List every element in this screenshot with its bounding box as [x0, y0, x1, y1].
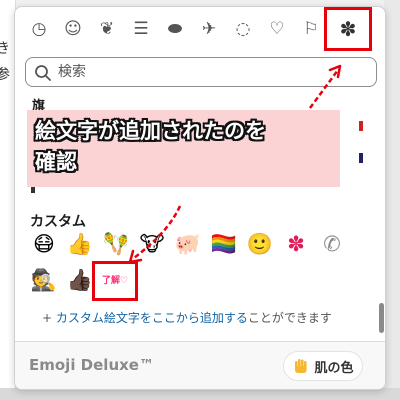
leaf-icon[interactable]: ❦	[95, 17, 119, 41]
emoji-category-bar: ◷ ☺ ❦ ☰ ⬬ ✈ ◌ ♡ ⚐ ✽	[15, 7, 385, 51]
emoji-search	[25, 57, 377, 87]
custom-emoji-pig[interactable]: 🐖	[173, 229, 203, 259]
plus-icon: +	[42, 311, 53, 325]
flag-emoji-partial[interactable]	[359, 153, 363, 163]
emoji-picker: ◷ ☺ ❦ ☰ ⬬ ✈ ◌ ♡ ⚐ ✽ 旗 カスタム 😷 👍 🪇 🐮 🐖 🏳️‍…	[14, 6, 386, 390]
custom-emoji-masked-face[interactable]: 😷	[29, 229, 59, 259]
heart-icon[interactable]: ♡	[265, 17, 289, 41]
airplane-icon[interactable]: ✈	[197, 17, 221, 41]
picker-footer: Emoji Deluxe™ 肌の色	[15, 341, 385, 389]
raised-hand-icon	[295, 359, 308, 373]
custom-emoji-ryokai[interactable]: 了解♡	[92, 261, 138, 301]
background-text-fragment: き	[0, 41, 10, 57]
custom-emoji-rainbow-flag[interactable]: 🏳️‍🌈	[209, 229, 239, 259]
emoji-deluxe-brand: Emoji Deluxe™	[29, 356, 154, 374]
background-right-pane	[384, 0, 400, 400]
skin-tone-button[interactable]: 肌の色	[283, 351, 363, 381]
background-text-fragment: 参	[0, 67, 10, 83]
custom-emoji-detective[interactable]: 🕵	[29, 265, 59, 295]
add-custom-emoji-link[interactable]: カスタム絵文字をここから追加する	[56, 311, 248, 325]
search-icon	[35, 65, 51, 81]
annotation-callout: 絵文字が追加されたのを 確認	[27, 110, 340, 187]
flag-emoji-partial[interactable]	[359, 121, 363, 131]
burger-icon[interactable]: ☰	[129, 17, 153, 41]
custom-emoji-slack[interactable]: ✽	[281, 229, 311, 259]
scrollbar-thumb[interactable]	[379, 303, 384, 333]
skin-tone-label: 肌の色	[314, 360, 354, 376]
football-icon[interactable]: ⬬	[163, 17, 187, 41]
search-input[interactable]	[58, 62, 358, 82]
annotation-line-1: 絵文字が追加されたのを	[35, 119, 266, 143]
smiley-icon[interactable]: ☺	[61, 17, 85, 41]
slack-category-highlight	[324, 7, 372, 51]
custom-emoji-thumbs-up-gold[interactable]: 👍	[65, 229, 95, 259]
lightbulb-icon[interactable]: ◌	[231, 17, 255, 41]
section-heading-custom: カスタム	[30, 214, 86, 230]
add-custom-emoji-hint: + カスタム絵文字をここから追加することができます	[42, 309, 332, 326]
custom-emoji-cow-thumbs-up[interactable]: 🐮	[137, 229, 167, 259]
flag-icon[interactable]: ⚐	[299, 17, 323, 41]
clock-icon[interactable]: ◷	[27, 17, 51, 41]
annotation-line-2: 確認	[35, 150, 77, 174]
custom-emoji-thumbs-up-dark[interactable]: 👍🏿	[65, 265, 95, 295]
custom-emoji-phone[interactable]: ✆	[317, 229, 347, 259]
add-custom-emoji-suffix: ことができます	[247, 311, 332, 325]
custom-emoji-maracas[interactable]: 🪇	[101, 229, 131, 259]
custom-emoji-smiley[interactable]: 🙂	[245, 229, 275, 259]
